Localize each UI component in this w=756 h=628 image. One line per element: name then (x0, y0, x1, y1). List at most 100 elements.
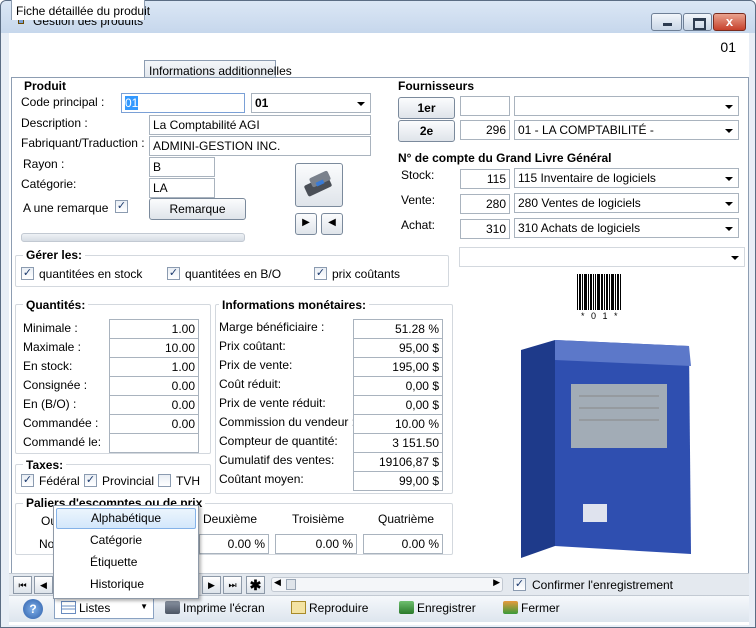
quantite-label: En (B/O) : (23, 397, 77, 411)
rayon-input[interactable]: B (149, 157, 215, 177)
menu-item-historique[interactable]: Historique (56, 574, 196, 595)
last-record-button[interactable]: ⏭ (223, 576, 242, 594)
monetaire-input[interactable]: 99,00 $ (353, 471, 443, 491)
monetaire-input[interactable]: 51.28 % (353, 319, 443, 339)
main-window: Gestion des produits x 01 Fiche détaillé… (0, 0, 756, 628)
next-record-button[interactable]: ▶ (202, 576, 221, 594)
confirm-checkbox[interactable]: ✓ (513, 578, 526, 591)
monetaire-label: Coûtant moyen: (219, 472, 304, 486)
minimize-button[interactable] (651, 13, 682, 31)
listes-dropdown-button[interactable]: Listes ▼ (54, 598, 154, 619)
scan-image-button[interactable] (295, 163, 343, 207)
help-icon[interactable]: ? (23, 599, 43, 619)
back-icon: ◀ (328, 217, 336, 228)
maximize-button[interactable] (683, 13, 712, 31)
quantite-input[interactable]: 0.00 (109, 395, 199, 415)
quantite-input[interactable]: 0.00 (109, 376, 199, 396)
gerer-prix-checkbox[interactable]: ✓ (314, 267, 327, 280)
quantite-input[interactable]: 0.00 (109, 414, 199, 434)
produit-scrollbar[interactable] (21, 233, 245, 242)
gerer-stock-label: quantitées en stock (39, 267, 143, 281)
paliers-deuxieme-input[interactable]: 0.00 % (199, 534, 269, 554)
code-input[interactable]: 01 (121, 93, 245, 113)
extra-select[interactable] (459, 247, 745, 267)
imprime-ecran-button[interactable]: Imprime l'écran (165, 601, 265, 615)
categorie-input[interactable]: LA (149, 178, 215, 198)
fournisseurs-group-label: Fournisseurs (395, 79, 478, 93)
gl-achat-num[interactable]: 310 (460, 219, 510, 239)
produit-group-label: Produit (21, 79, 69, 93)
fermer-button[interactable]: Fermer (503, 601, 560, 615)
record-scrollbar[interactable]: ◀ ▶ (271, 577, 503, 592)
paliers-col3-label: Troisième (292, 512, 345, 526)
gl-achat-select[interactable]: 310 Achats de logiciels (514, 218, 739, 238)
monetaire-input[interactable]: 0,00 $ (353, 395, 443, 415)
gl-stock-num[interactable]: 115 (460, 169, 510, 189)
taxe-provincial-checkbox[interactable]: ✓ (84, 474, 97, 487)
monetaire-label: Compteur de quantité: (219, 434, 338, 448)
taxe-tvh-label: TVH (176, 474, 200, 488)
barcode-image (577, 274, 629, 314)
bottom-toolbar: ? Listes ▼ Imprime l'écran Reproduire Enr… (9, 595, 749, 622)
gl-vente-select[interactable]: 280 Ventes de logiciels (514, 193, 739, 213)
gl-stock-select[interactable]: 115 Inventaire de logiciels (514, 168, 739, 188)
fournisseur-1-code[interactable] (460, 96, 510, 116)
cartridge-icon (304, 170, 332, 197)
monetaire-input[interactable]: 19106,87 $ (353, 452, 443, 472)
fournisseur-1er-button[interactable]: 1er (398, 97, 455, 119)
fournisseur-2-code[interactable]: 296 (460, 120, 510, 140)
image-next-button[interactable]: ▶ (295, 213, 317, 235)
description-label: Description : (21, 116, 88, 130)
rayon-label: Rayon : (23, 157, 65, 171)
gl-stock-label: Stock: (401, 168, 435, 182)
paliers-troisieme-input[interactable]: 0.00 % (275, 534, 357, 554)
enregistrer-button[interactable]: Enregistrer (399, 601, 476, 615)
monetaire-label: Prix coûtant: (219, 339, 286, 353)
menu-item-alphabetique[interactable]: Alphabétique (56, 508, 196, 529)
fournisseur-2e-button[interactable]: 2e (398, 120, 455, 142)
taxe-federal-checkbox[interactable]: ✓ (21, 474, 34, 487)
play-icon: ▶ (302, 217, 310, 228)
new-record-button[interactable]: ✱ (246, 576, 265, 594)
quantite-input[interactable]: 10.00 (109, 338, 199, 358)
gerer-bo-checkbox[interactable]: ✓ (167, 267, 180, 280)
description-input[interactable]: La Comptabilité AGI (149, 115, 371, 135)
quantite-label: Consignée : (23, 378, 88, 392)
reproduire-button[interactable]: Reproduire (291, 601, 368, 615)
taxe-tvh-checkbox[interactable] (158, 474, 171, 487)
remarque-checkbox[interactable]: ✓ (115, 200, 128, 213)
fournisseur-2-select[interactable]: 01 - LA COMPTABILITÉ - (514, 120, 739, 140)
quantite-input[interactable] (109, 433, 199, 453)
image-prev-button[interactable]: ◀ (321, 213, 343, 235)
quantite-label: Commandé le: (23, 435, 102, 449)
quantite-label: Commandée : (23, 416, 99, 430)
monetaire-input[interactable]: 10.00 % (353, 414, 443, 434)
gerer-stock-checkbox[interactable]: ✓ (21, 267, 34, 280)
monetaire-input[interactable]: 0,00 $ (353, 376, 443, 396)
remarque-button[interactable]: Remarque (149, 198, 246, 220)
quantite-input[interactable]: 1.00 (109, 357, 199, 377)
gl-vente-num[interactable]: 280 (460, 194, 510, 214)
grand-livre-group-label: N° de compte du Grand Livre Général (395, 151, 615, 165)
prev-record-button[interactable]: ◀ (34, 576, 53, 594)
paliers-quatrieme-input[interactable]: 0.00 % (363, 534, 443, 554)
tab-fiche-detaillee[interactable]: Fiche détaillée du produit (11, 0, 150, 20)
gerer-group-label: Gérer les: (23, 248, 86, 262)
scroll-thumb[interactable] (286, 579, 296, 590)
quantite-input[interactable]: 1.00 (109, 319, 199, 339)
menu-item-categorie[interactable]: Catégorie (56, 530, 196, 551)
code-select[interactable]: 01 (251, 93, 371, 113)
paliers-col4-label: Quatrième (378, 512, 435, 526)
list-icon (61, 601, 76, 614)
fabriquant-input[interactable]: ADMINI-GESTION INC. (149, 136, 371, 156)
close-button[interactable]: x (713, 13, 746, 31)
monetaire-input[interactable]: 195,00 $ (353, 357, 443, 377)
taxes-group-label: Taxes: (23, 458, 67, 472)
monetaire-input[interactable]: 3 151.50 (353, 433, 443, 453)
save-icon (399, 601, 414, 614)
menu-item-etiquette[interactable]: Étiquette (56, 552, 196, 573)
first-record-button[interactable]: ⏮ (13, 576, 32, 594)
gerer-prix-label: prix coûtants (332, 267, 401, 281)
monetaire-input[interactable]: 95,00 $ (353, 338, 443, 358)
fournisseur-1-select[interactable] (514, 96, 739, 116)
